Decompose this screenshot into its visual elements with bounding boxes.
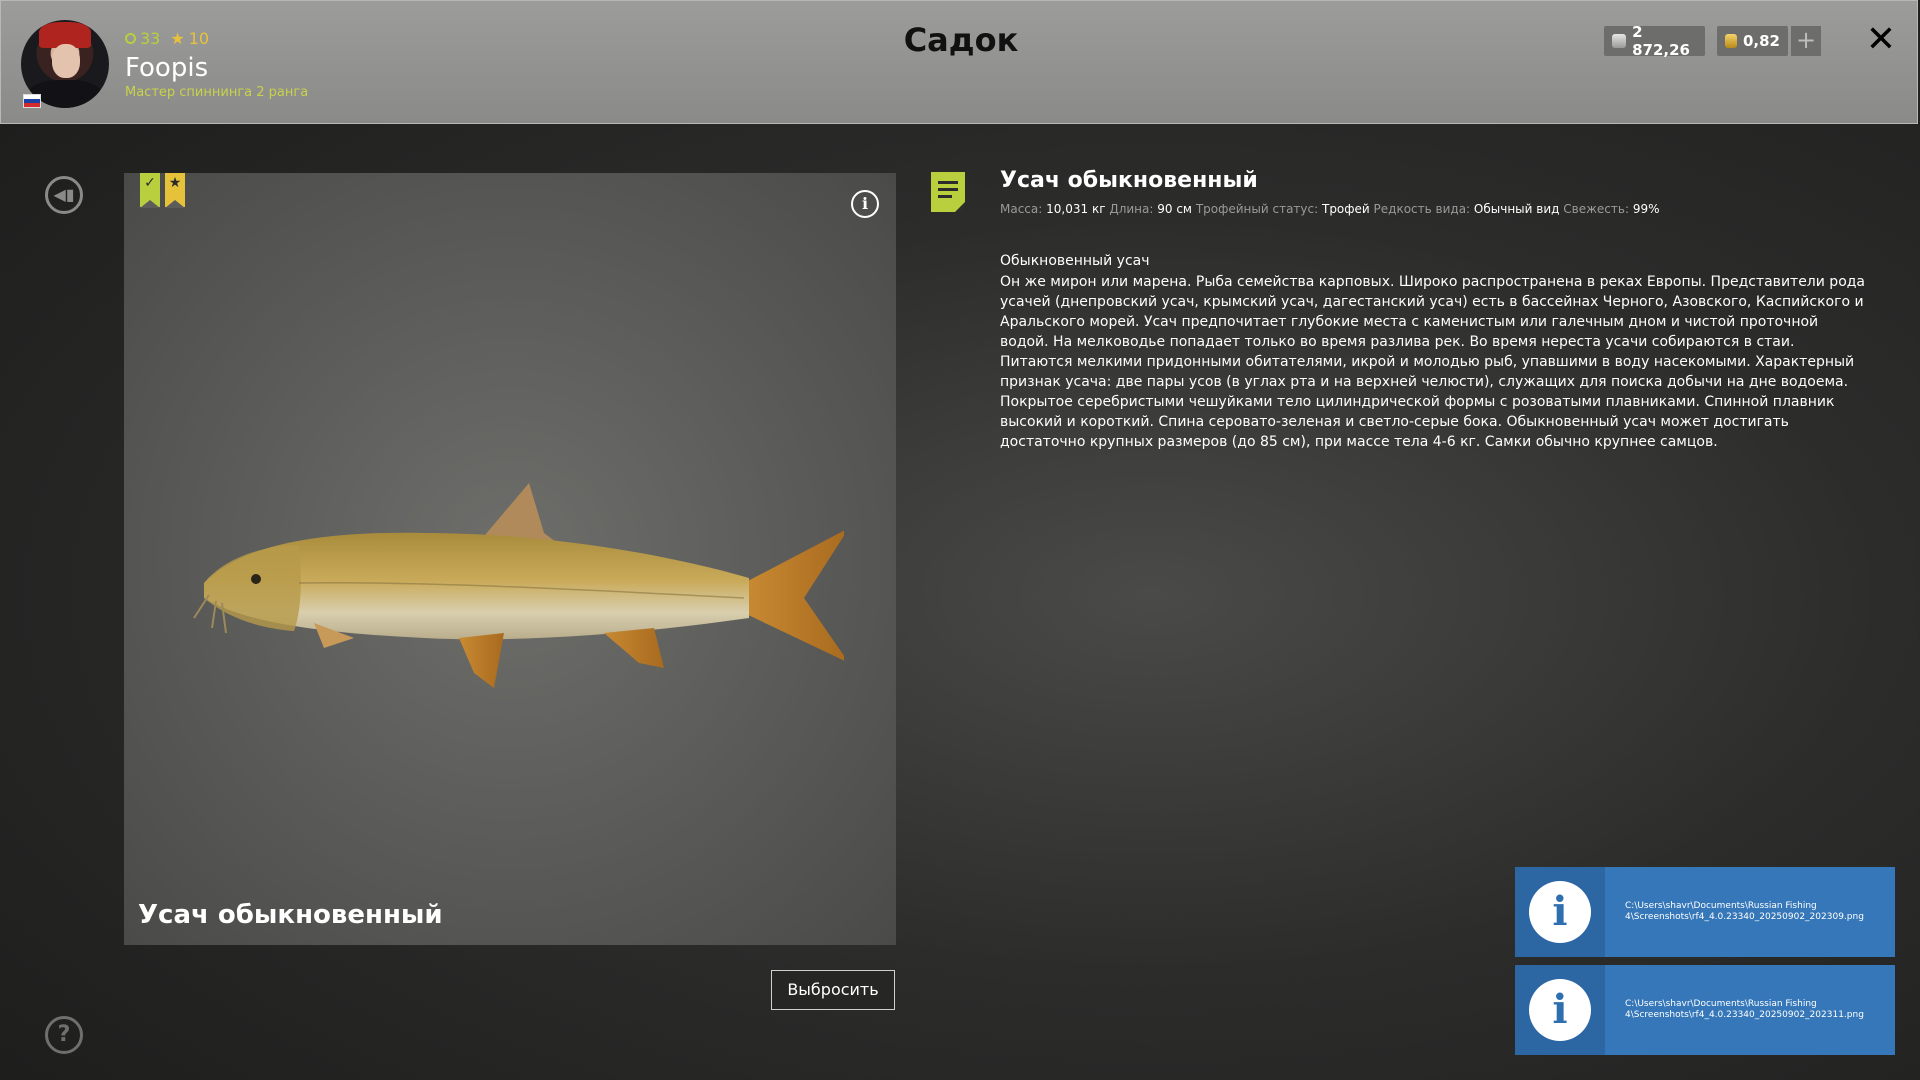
anal-fin (604, 628, 664, 668)
length-label: Длина: (1109, 202, 1154, 216)
description-heading: Обыкновенный усач (1000, 253, 1150, 269)
document-icon (931, 172, 965, 212)
fish-preview-panel: ✓ ★ i Усач обыкновенный (124, 173, 896, 945)
info-icon[interactable]: i (851, 190, 879, 218)
freshness-value: 99% (1632, 202, 1660, 216)
screenshot-notification[interactable]: i C:\Users\shavr\Documents\Russian Fishi… (1515, 867, 1895, 957)
notification-path: C:\Users\shavr\Documents\Russian Fishing… (1625, 901, 1864, 922)
freshness-label: Свежесть: (1563, 202, 1629, 216)
trophy-value: Трофей (1321, 202, 1370, 216)
avatar-face (52, 44, 80, 78)
mass-label: Масса: (1000, 202, 1043, 216)
gold-balance: 0,82 (1717, 26, 1788, 56)
fish-stats-line: Масса: 10,031 кг Длина: 90 см Трофейный … (1000, 202, 1660, 216)
rarity-value: Обычный вид (1473, 202, 1560, 216)
rarity-label: Редкость вида: (1373, 202, 1471, 216)
player-name: Foopis (125, 53, 209, 83)
fish-name-label: Усач обыкновенный (138, 900, 443, 930)
silver-amount: 2 872,26 (1632, 23, 1690, 59)
fish-model-image (193, 483, 844, 688)
info-icon: i (1529, 979, 1591, 1041)
notification-icon-box: i (1515, 965, 1605, 1055)
description-text: Он же мирон или марена. Рыба семейства к… (1000, 274, 1866, 450)
release-fish-button[interactable]: Выбросить (771, 970, 895, 1010)
stars-value: 10 (188, 29, 210, 48)
player-rank: Мастер спиннинга 2 ранга (125, 85, 309, 100)
fish-detail-title: Усач обыкновенный (1000, 168, 1258, 193)
mass-value: 10,031 кг (1046, 202, 1106, 216)
gold-amount: 0,82 (1742, 32, 1780, 50)
russia-flag-icon (23, 94, 41, 108)
level-stat: 33 (125, 29, 160, 48)
fish-eye (251, 574, 261, 584)
screenshot-notification[interactable]: i C:\Users\shavr\Documents\Russian Fishi… (1515, 965, 1895, 1055)
length-value: 90 см (1157, 202, 1192, 216)
silver-coin-icon (1612, 34, 1627, 48)
stars-stat: ★ 10 (170, 29, 209, 48)
close-button[interactable]: ✕ (1865, 21, 1897, 59)
notification-icon-box: i (1515, 867, 1605, 957)
level-value: 33 (140, 29, 161, 48)
star-icon: ★ (170, 29, 185, 48)
caught-badge-icon: ✓ (140, 173, 160, 208)
gold-coin-icon (1725, 34, 1737, 48)
info-icon: i (1529, 881, 1591, 943)
trophy-star-badge-icon: ★ (165, 173, 185, 208)
help-icon[interactable]: ? (45, 1016, 83, 1054)
back-icon[interactable]: ◀▮ (45, 176, 83, 214)
tail-fin (744, 530, 844, 661)
silver-balance: 2 872,26 (1604, 23, 1705, 59)
level-ring-icon (125, 33, 136, 44)
notification-path: C:\Users\shavr\Documents\Russian Fishing… (1625, 999, 1864, 1020)
pelvic-fin (459, 633, 504, 688)
top-bar: 33 ★ 10 Foopis Мастер спиннинга 2 ранга … (0, 0, 1918, 124)
trophy-label: Трофейный статус: (1195, 202, 1319, 216)
add-currency-button[interactable]: + (1791, 26, 1821, 56)
player-stats: 33 ★ 10 (125, 29, 209, 48)
